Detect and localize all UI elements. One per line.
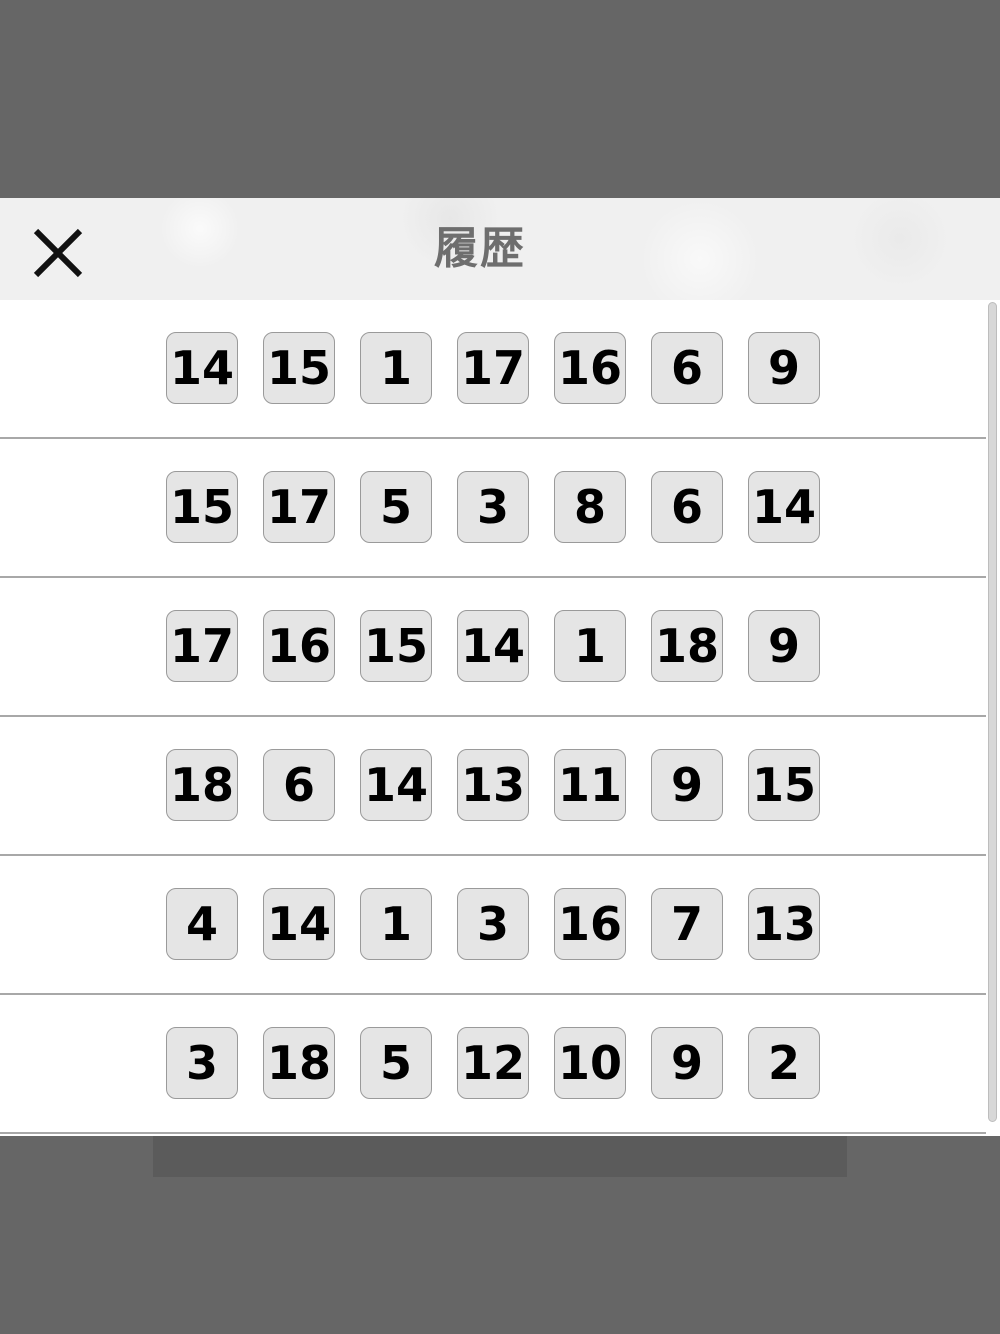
- number-cell: 6: [651, 332, 723, 404]
- history-row[interactable]: 3 18 5 12 10 9 2: [0, 995, 986, 1134]
- history-modal: 履歴 14 15 1 17 16 6 9 15 17 5 3 8 6 14 17…: [0, 198, 1000, 1136]
- number-cell: 18: [263, 1027, 335, 1099]
- number-cell: 3: [457, 471, 529, 543]
- number-cell: 4: [166, 888, 238, 960]
- number-cell: 9: [748, 332, 820, 404]
- number-cell: 13: [748, 888, 820, 960]
- number-cell: 13: [457, 749, 529, 821]
- number-cell: 1: [554, 610, 626, 682]
- number-cell: 5: [360, 1027, 432, 1099]
- number-cell: 16: [554, 888, 626, 960]
- number-cell: 16: [263, 610, 335, 682]
- number-cell: 5: [360, 471, 432, 543]
- history-row[interactable]: 4 14 1 3 16 7 13: [0, 856, 986, 995]
- number-cell: 1: [360, 332, 432, 404]
- history-list[interactable]: 14 15 1 17 16 6 9 15 17 5 3 8 6 14 17 16…: [0, 300, 986, 1136]
- number-cell: 16: [554, 332, 626, 404]
- number-cell: 12: [457, 1027, 529, 1099]
- number-cell: 14: [263, 888, 335, 960]
- number-cell: 17: [263, 471, 335, 543]
- number-cell: 6: [651, 471, 723, 543]
- number-cell: 1: [360, 888, 432, 960]
- number-cell: 14: [457, 610, 529, 682]
- number-cell: 3: [166, 1027, 238, 1099]
- number-cell: 7: [651, 888, 723, 960]
- number-cell: 11: [554, 749, 626, 821]
- number-cell: 2: [748, 1027, 820, 1099]
- number-cell: 9: [748, 610, 820, 682]
- number-cell: 18: [651, 610, 723, 682]
- history-row[interactable]: 18 6 14 13 11 9 15: [0, 717, 986, 856]
- history-row[interactable]: 14 15 1 17 16 6 9: [0, 300, 986, 439]
- number-cell: 9: [651, 1027, 723, 1099]
- number-cell: 14: [166, 332, 238, 404]
- number-cell: 9: [651, 749, 723, 821]
- number-cell: 10: [554, 1027, 626, 1099]
- number-cell: 15: [360, 610, 432, 682]
- modal-title: 履歴: [434, 223, 526, 274]
- history-row[interactable]: 17 16 15 14 1 18 9: [0, 578, 986, 717]
- scrollbar[interactable]: [986, 300, 1000, 1136]
- number-cell: 6: [263, 749, 335, 821]
- number-cell: 14: [748, 471, 820, 543]
- number-cell: 3: [457, 888, 529, 960]
- number-cell: 15: [166, 471, 238, 543]
- number-cell: 14: [360, 749, 432, 821]
- number-cell: 15: [263, 332, 335, 404]
- number-cell: 18: [166, 749, 238, 821]
- number-cell: 15: [748, 749, 820, 821]
- number-cell: 8: [554, 471, 626, 543]
- history-row[interactable]: 15 17 5 3 8 6 14: [0, 439, 986, 578]
- number-cell: 17: [457, 332, 529, 404]
- modal-header: 履歴: [0, 198, 1000, 300]
- scrollbar-thumb[interactable]: [988, 302, 997, 1122]
- number-cell: 17: [166, 610, 238, 682]
